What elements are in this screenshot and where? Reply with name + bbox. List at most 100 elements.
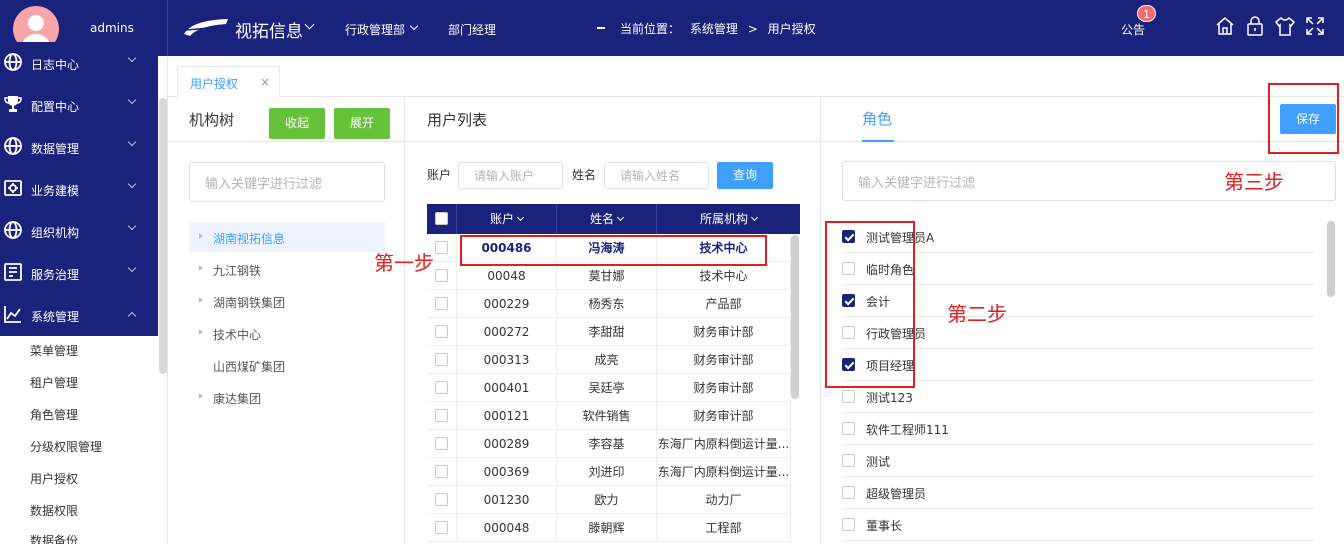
sort-icon — [750, 213, 759, 222]
tab-user-authorization[interactable]: 用户授权 × — [177, 66, 280, 97]
table-row[interactable]: 000229 杨秀东 产品部 — [427, 290, 791, 318]
row-checkbox[interactable] — [435, 297, 448, 310]
tree-node[interactable]: 九江钢铁 — [189, 254, 385, 284]
sidebar-scrollbar[interactable] — [159, 98, 167, 374]
caret-right-icon[interactable] — [199, 265, 203, 271]
caret-right-icon[interactable] — [199, 297, 203, 303]
table-cell-name: 李容基 — [557, 430, 657, 458]
tab-role[interactable]: 角色 — [862, 108, 892, 129]
collapse-button[interactable]: 收起 — [269, 108, 325, 139]
expand-button[interactable]: 展开 — [334, 108, 390, 139]
role-item[interactable]: 董事长 — [842, 509, 1314, 541]
row-checkbox[interactable] — [435, 493, 448, 506]
globe-icon — [4, 137, 22, 155]
row-checkbox[interactable] — [435, 353, 448, 366]
role-item[interactable]: 超级管理员 — [842, 477, 1314, 509]
table-row[interactable]: 000121 软件销售 财务审计部 — [427, 402, 791, 430]
notice-button[interactable]: 公告 — [1121, 21, 1145, 38]
column-header-account[interactable]: 账户 — [457, 204, 557, 234]
shirt-icon[interactable] — [1274, 15, 1296, 37]
chart-icon — [4, 306, 21, 323]
tree-node[interactable]: 技术中心 — [189, 318, 385, 348]
sidebar-sub-item-active[interactable]: 用户授权 — [30, 470, 78, 487]
row-checkbox[interactable] — [435, 437, 448, 450]
fullscreen-icon[interactable] — [1304, 15, 1326, 37]
role-menu[interactable]: 部门经理 — [448, 21, 496, 38]
role-label: 超级管理员 — [866, 487, 927, 501]
name-input[interactable]: 请输入姓名 — [604, 162, 709, 189]
table-row[interactable]: 000401 吴廷亭 财务审计部 — [427, 374, 791, 402]
sidebar-sub-item[interactable]: 菜单管理 — [30, 342, 78, 359]
tree-node-label: 九江钢铁 — [213, 264, 262, 278]
chevron-down-icon — [127, 95, 137, 105]
role-item[interactable]: 测试 — [842, 445, 1314, 477]
tree-node[interactable]: 山西煤矿集团 — [189, 350, 385, 380]
role-item[interactable]: 软件工程师111 — [842, 413, 1314, 445]
column-header-org[interactable]: 所属机构 — [657, 204, 800, 234]
caret-right-icon[interactable] — [199, 233, 203, 239]
row-checkbox[interactable] — [435, 521, 448, 534]
table-cell-name: 成亮 — [557, 346, 657, 374]
sidebar-item-org[interactable]: 组织机构 — [0, 210, 158, 252]
role-checkbox[interactable] — [842, 454, 855, 467]
account-input[interactable]: 请输入账户 — [458, 162, 563, 189]
table-scrollbar[interactable] — [791, 235, 799, 399]
table-cell-org: 工程部 — [657, 514, 791, 542]
select-all-checkbox[interactable] — [435, 212, 448, 225]
table-row[interactable]: 000048 滕朝辉 工程部 — [427, 514, 791, 542]
caret-right-icon[interactable] — [199, 329, 203, 335]
row-checkbox-cell — [427, 374, 457, 402]
sidebar-item-service[interactable]: 服务治理 — [0, 252, 158, 294]
home-icon[interactable] — [1214, 15, 1236, 37]
breadcrumb-item[interactable]: 系统管理 — [690, 22, 738, 36]
department-menu[interactable]: 行政管理部 — [345, 21, 405, 38]
sidebar-sub-item[interactable]: 租户管理 — [30, 374, 78, 391]
table-row[interactable]: 000313 成亮 财务审计部 — [427, 346, 791, 374]
system-name[interactable]: 视拓信息 — [235, 17, 303, 42]
sidebar-sub-item[interactable]: 数据备份 — [30, 532, 78, 544]
sidebar-item-label: 组织机构 — [31, 226, 80, 240]
sidebar-sub-item[interactable]: 角色管理 — [30, 406, 78, 423]
row-checkbox[interactable] — [435, 241, 448, 254]
org-filter-input[interactable]: 输入关键字进行过滤 — [189, 162, 385, 202]
tree-node[interactable]: 湖南视拓信息 — [189, 222, 385, 252]
table-row[interactable]: 000289 李容基 东海厂内原料倒运计量... — [427, 430, 791, 458]
caret-right-icon[interactable] — [199, 393, 203, 399]
table-row[interactable]: 00048 莫甘娜 技术中心 — [427, 262, 791, 290]
role-checkbox[interactable] — [842, 518, 855, 531]
table-cell-org: 财务审计部 — [657, 346, 791, 374]
tree-node[interactable]: 康达集团 — [189, 382, 385, 412]
role-checkbox[interactable] — [842, 390, 855, 403]
chevron-down-icon[interactable] — [409, 21, 419, 31]
sidebar-item-logs[interactable]: 日志中心 — [0, 42, 158, 84]
sidebar-item-modeling[interactable]: 业务建模 — [0, 168, 158, 210]
table-row[interactable]: 000272 李甜甜 财务审计部 — [427, 318, 791, 346]
panel-title: 机构树 — [189, 111, 235, 129]
role-scrollbar[interactable] — [1327, 221, 1335, 297]
row-checkbox[interactable] — [435, 465, 448, 478]
chevron-down-icon[interactable] — [304, 19, 315, 30]
row-checkbox[interactable] — [435, 381, 448, 394]
tree-node[interactable]: 湖南钢铁集团 — [189, 286, 385, 316]
breadcrumb-item[interactable]: 用户授权 — [768, 22, 816, 36]
role-checkbox[interactable] — [842, 422, 855, 435]
column-header-name[interactable]: 姓名 — [557, 204, 657, 234]
table-cell-org: 东海厂内原料倒运计量... — [657, 458, 791, 486]
sidebar-item-config[interactable]: 配置中心 — [0, 84, 158, 126]
sidebar-sub-item[interactable]: 分级权限管理 — [30, 438, 102, 455]
row-checkbox[interactable] — [435, 325, 448, 338]
query-button[interactable]: 查询 — [717, 162, 773, 189]
table-row[interactable]: 000369 刘进印 东海厂内原料倒运计量... — [427, 458, 791, 486]
role-checkbox[interactable] — [842, 486, 855, 499]
sidebar-item-data[interactable]: 数据管理 — [0, 126, 158, 168]
row-checkbox[interactable] — [435, 269, 448, 282]
lock-icon[interactable] — [1244, 15, 1266, 37]
table-cell-account: 000229 — [457, 290, 557, 318]
close-icon[interactable]: × — [260, 75, 270, 89]
sidebar-item-system[interactable]: 系统管理 — [0, 294, 158, 336]
annotation-step3: 第三步 — [1224, 170, 1284, 194]
sidebar-sub-item[interactable]: 数据权限 — [30, 502, 78, 519]
row-checkbox[interactable] — [435, 409, 448, 422]
sort-icon — [616, 213, 625, 222]
table-row[interactable]: 001230 欧力 动力厂 — [427, 486, 791, 514]
